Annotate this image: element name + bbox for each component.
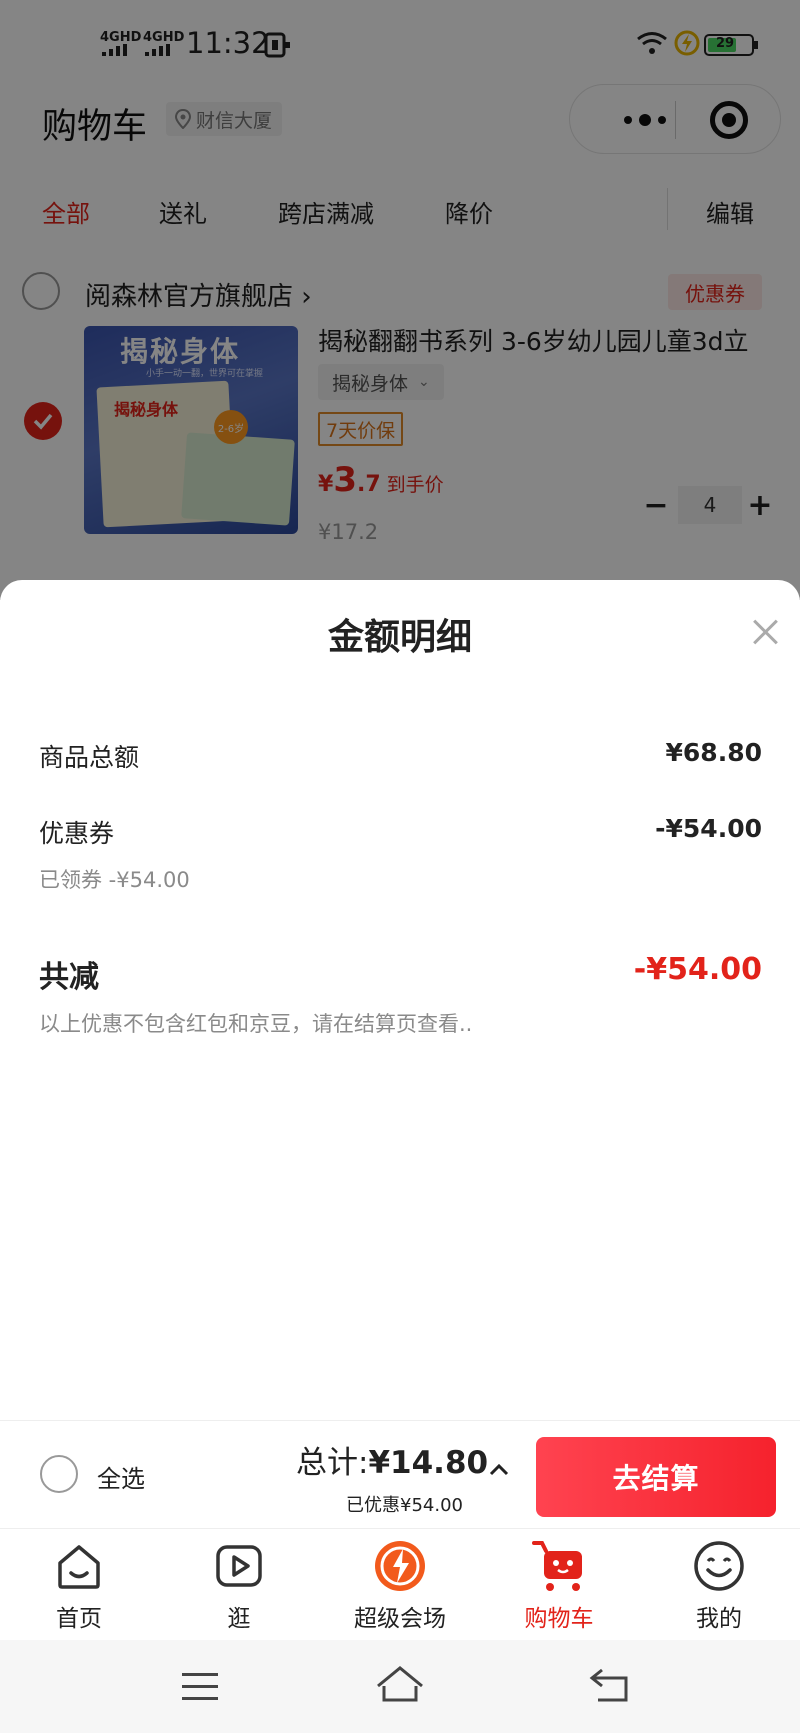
tab-mine-label: 我的 [696, 1606, 742, 1632]
smiley-icon [694, 1541, 744, 1591]
chevron-up-icon[interactable] [488, 1459, 510, 1481]
discount-note: 以上优惠不包含红包和京豆，请在结算页查看.. [39, 1012, 473, 1036]
tab-super-venue-label: 超级会场 [354, 1606, 446, 1632]
tab-browse[interactable]: 逛 [174, 1539, 304, 1639]
tab-home[interactable]: 首页 [14, 1539, 144, 1639]
play-icon [216, 1545, 262, 1587]
system-nav-bar [0, 1640, 800, 1733]
checkout-button[interactable]: 去结算 [536, 1437, 776, 1517]
bottom-tab-bar: 首页 逛 超级会场 购物车 我的 [0, 1528, 800, 1640]
tab-cart[interactable]: 购物车 [494, 1539, 624, 1639]
close-icon[interactable] [752, 618, 780, 646]
total-reduce-label: 共减 [39, 960, 99, 995]
menu-icon[interactable] [180, 1670, 220, 1704]
tab-mine[interactable]: 我的 [654, 1539, 784, 1639]
goods-total-value: ¥68.80 [665, 738, 762, 767]
back-icon[interactable] [588, 1666, 632, 1704]
tab-browse-label: 逛 [227, 1606, 251, 1632]
tab-home-label: 首页 [56, 1606, 102, 1632]
select-all-radio[interactable] [40, 1455, 78, 1493]
coupon-value: -¥54.00 [655, 814, 762, 843]
total-reduce-value: -¥54.00 [633, 952, 762, 987]
sheet-title: 金额明细 [327, 617, 472, 658]
saved-amount: 已优惠¥54.00 [346, 1495, 463, 1516]
modal-overlay[interactable] [0, 0, 800, 600]
amount-detail-sheet: 金额明细 商品总额 ¥68.80 优惠券 -¥54.00 已领券 -¥54.00… [0, 580, 800, 1420]
super-venue-icon [375, 1541, 425, 1591]
tab-super-venue[interactable]: 超级会场 [335, 1539, 465, 1639]
goods-total-label: 商品总额 [39, 743, 140, 772]
tab-cart-label: 购物车 [524, 1606, 594, 1632]
select-all-label[interactable]: 全选 [97, 1459, 145, 1494]
coupon-label: 优惠券 [39, 819, 115, 848]
coupon-detail: 已领券 -¥54.00 [39, 868, 190, 892]
home-nav-icon[interactable] [374, 1664, 426, 1704]
home-icon [58, 1545, 100, 1589]
checkout-bar: 全选 总计:¥14.80 已优惠¥54.00 去结算 [0, 1420, 800, 1528]
cart-icon [532, 1541, 582, 1591]
total-price: 总计:¥14.80 [296, 1445, 489, 1481]
